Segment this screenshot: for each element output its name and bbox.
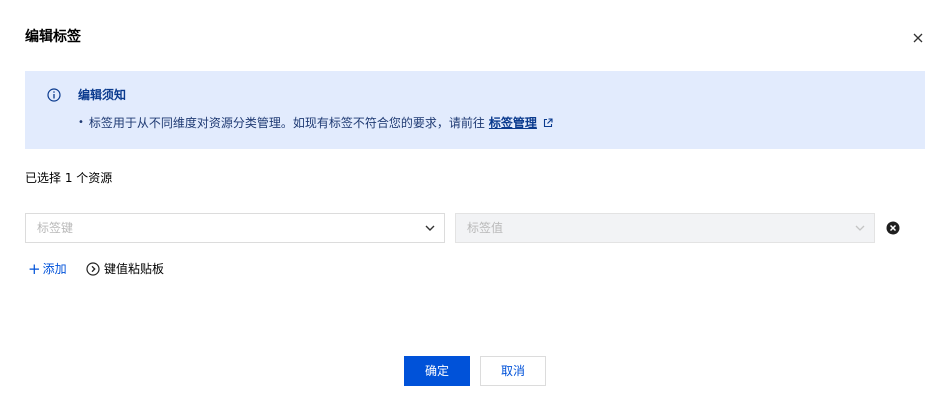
notice-text: 标签用于从不同维度对资源分类管理。如现有标签不符合您的要求，请前往 [88,116,485,130]
tag-key-select[interactable]: 标签键 [25,213,445,243]
tag-management-link[interactable]: 标签管理 [489,115,537,131]
add-tag-button[interactable]: + 添加 [28,261,67,277]
info-icon [47,88,61,102]
notice-title: 编辑须知 [78,88,127,102]
tag-value-select: 标签值 [455,213,875,243]
remove-circle-icon[interactable] [886,221,900,235]
add-tag-label: 添加 [42,262,67,276]
close-button[interactable] [910,30,926,46]
selected-resources-count: 已选择 1 个资源 [25,171,113,185]
plus-icon: + [28,260,41,278]
tag-key-placeholder: 标签键 [37,221,74,235]
tag-value-placeholder: 标签值 [467,221,504,235]
clipboard-label: 键值粘贴板 [104,262,165,276]
chevron-down-icon [855,225,865,231]
confirm-button[interactable]: 确定 [404,356,470,386]
key-value-clipboard-button[interactable]: 键值粘贴板 [86,261,164,277]
chevron-right-circle-icon [86,262,100,276]
cancel-button[interactable]: 取消 [480,356,546,386]
notice-banner: 编辑须知 • 标签用于从不同维度对资源分类管理。如现有标签不符合您的要求，请前往… [25,71,925,149]
external-link-icon[interactable] [543,118,553,128]
bullet: • [78,117,84,128]
close-icon [913,33,923,43]
dialog-title: 编辑标签 [25,29,81,45]
notice-text-row: • 标签用于从不同维度对资源分类管理。如现有标签不符合您的要求，请前往 标签管理 [78,115,553,131]
chevron-down-icon [425,225,435,231]
